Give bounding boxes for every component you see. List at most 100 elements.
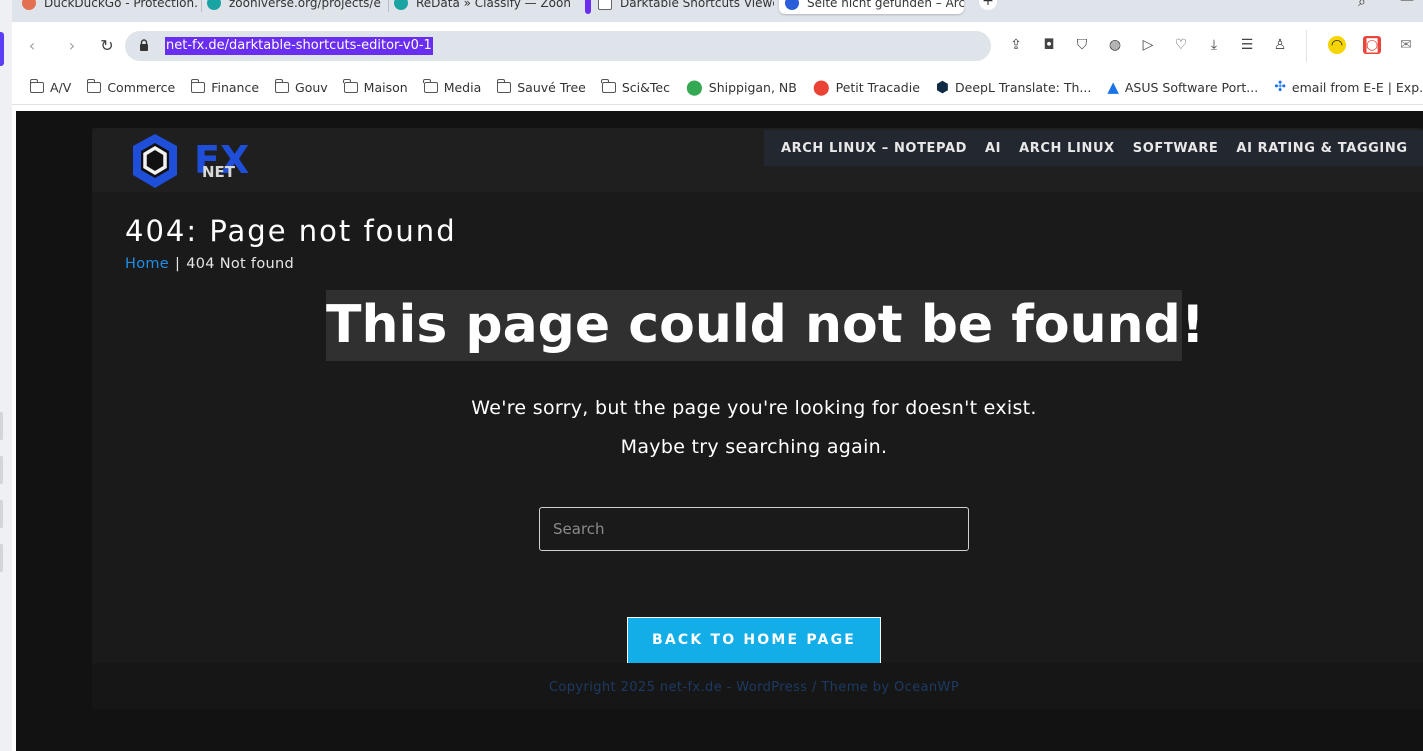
- bookmark-folder-media[interactable]: Media: [423, 78, 482, 95]
- nav-arch-linux[interactable]: ARCH LINUX: [1019, 141, 1115, 156]
- page-viewport: FX NET ARCH LINUX – NOTEPAD AI ARCH LINU…: [16, 111, 1423, 751]
- shield-icon[interactable]: ⛉: [1073, 36, 1091, 54]
- side-panel-rail: [0, 0, 12, 751]
- folder-icon: [423, 78, 438, 93]
- page-title: 404: Page not found: [125, 214, 457, 248]
- bookmark-label: Shippigan, NB: [708, 79, 797, 95]
- tab-redata-classify[interactable]: ReData » Classify — Zooni: [394, 0, 570, 14]
- bookmark-label: Commerce: [107, 79, 176, 95]
- error-message: We're sorry, but the page you're looking…: [471, 397, 1037, 419]
- download-icon[interactable]: ⤓: [1205, 36, 1223, 54]
- tab-duckduckgo[interactable]: DuckDuckGo - Protection.: [22, 0, 198, 14]
- forward-arrow-icon[interactable]: ›: [62, 36, 82, 56]
- minimize-icon[interactable]: —: [1400, 0, 1414, 8]
- zooniverse-icon: [207, 0, 221, 10]
- footer-prefix: Copyright 2025: [548, 680, 660, 695]
- experts-exchange-icon: ✣: [1274, 79, 1286, 95]
- folder-icon: [190, 78, 206, 93]
- nav-arch-linux-notepad[interactable]: ARCH LINUX – NOTEPAD: [781, 141, 967, 156]
- bookmark-label: Sauvé Tree: [517, 79, 586, 95]
- workspace-indicator[interactable]: [0, 32, 4, 66]
- tab-search-icon[interactable]: ⌕: [1358, 0, 1366, 10]
- tab-zooniverse-project[interactable]: zooniverse.org/projects/e: [207, 0, 385, 14]
- browser-toolbar: ‹ › ↻ net-fx.de/darktable-shortcuts-edit…: [12, 22, 1423, 70]
- search-input[interactable]: [539, 507, 969, 551]
- bookmark-label: ASUS Software Port...: [1124, 79, 1259, 95]
- rail-tab[interactable]: [0, 412, 3, 440]
- back-arrow-icon[interactable]: ‹: [22, 36, 42, 56]
- nav-software[interactable]: SOFTWARE: [1133, 141, 1219, 156]
- bookmark-experts-exchange[interactable]: ✣ email from E-E | Exp...: [1274, 79, 1423, 95]
- tab-active-netfx[interactable]: Seite nicht gefunden – Arc: [779, 0, 964, 14]
- tab-separator: [388, 0, 389, 12]
- footer-brand-link[interactable]: net-fx.de: [660, 680, 722, 695]
- tab-title: zooniverse.org/projects/e: [229, 0, 381, 10]
- address-bar[interactable]: net-fx.de/darktable-shortcuts-editor-v0-…: [125, 31, 991, 61]
- breadcrumb-home-link[interactable]: Home: [125, 256, 169, 272]
- main-navigation: ARCH LINUX – NOTEPAD AI ARCH LINUX SOFTW…: [764, 130, 1423, 166]
- tab-darktable-viewer[interactable]: Darktable Shortcuts Viewe: [598, 0, 774, 14]
- bookmark-deepl[interactable]: ⬢ DeepL Translate: Th...: [936, 78, 1091, 96]
- rail-tab[interactable]: [0, 500, 3, 528]
- bookmark-label: email from E-E | Exp...: [1291, 79, 1423, 95]
- tab-title: Darktable Shortcuts Viewe: [620, 0, 774, 10]
- extension-screenshot-icon[interactable]: ◙: [1363, 36, 1381, 54]
- bookmark-label: A/V: [50, 79, 72, 95]
- breadcrumb-current: 404 Not found: [186, 256, 294, 272]
- footer-theme-link[interactable]: Theme by OceanWP: [821, 680, 959, 695]
- bookmarks-bar: A/V Commerce Finance Gouv Maison Media S…: [12, 70, 1423, 104]
- bookmark-folder-finance[interactable]: Finance: [190, 78, 260, 95]
- bookmark-folder-maison[interactable]: Maison: [343, 78, 408, 95]
- folder-icon: [274, 78, 290, 93]
- bookmark-petit-tracadie[interactable]: ⬤ Petit Tracadie: [813, 78, 920, 96]
- easy-setup-icon[interactable]: ☰: [1238, 36, 1256, 54]
- nav-ai-rating-tagging[interactable]: AI RATING & TAGGING: [1236, 141, 1407, 156]
- reload-icon[interactable]: ↻: [97, 36, 117, 56]
- bookmark-folder-commerce[interactable]: Commerce: [86, 78, 176, 95]
- toolbar-divider: [1306, 30, 1307, 62]
- profile-icon[interactable]: ♙: [1271, 36, 1289, 54]
- asus-icon: ▲: [1107, 78, 1119, 96]
- site-header: FX NET ARCH LINUX – NOTEPAD AI ARCH LINU…: [92, 128, 1423, 192]
- url-text[interactable]: net-fx.de/darktable-shortcuts-editor-v0-…: [165, 37, 433, 55]
- bookmark-folder-sauve-tree[interactable]: Sauvé Tree: [496, 78, 586, 95]
- rail-tab[interactable]: [0, 456, 3, 484]
- heart-icon[interactable]: ♡: [1172, 36, 1190, 54]
- folder-icon: [29, 78, 44, 93]
- player-icon[interactable]: ▷: [1139, 36, 1157, 54]
- bookmark-asus[interactable]: ▲ ASUS Software Port...: [1107, 78, 1258, 96]
- bookmark-shippigan[interactable]: ⬤ Shippigan, NB: [686, 78, 797, 96]
- site-logo[interactable]: FX NET: [130, 131, 260, 191]
- map-pin-icon: ⬤: [812, 78, 830, 96]
- error-hint: Maybe try searching again.: [620, 436, 888, 458]
- zooniverse-icon: [394, 0, 408, 10]
- duckduckgo-icon: [22, 0, 36, 10]
- back-to-home-button[interactable]: BACK TO HOME PAGE: [627, 617, 881, 664]
- tab-strip: DuckDuckGo - Protection. zooniverse.org/…: [0, 0, 1423, 22]
- tab-title: ReData » Classify — Zooni: [416, 0, 570, 10]
- extension-mail-icon[interactable]: ✉: [1397, 36, 1415, 54]
- tab-group-marker: [585, 0, 591, 14]
- image-icon: [598, 0, 612, 10]
- new-tab-button[interactable]: +: [979, 0, 997, 10]
- bookmark-folder-gouv[interactable]: Gouv: [274, 78, 328, 95]
- bookmarks-divider: [12, 104, 1423, 105]
- vpn-globe-icon[interactable]: ◍: [1106, 36, 1124, 54]
- footer-copyright: Copyright 2025 net-fx.de - WordPress / T…: [92, 680, 1416, 695]
- rail-tab[interactable]: [0, 544, 3, 572]
- bookmark-folder-scitec[interactable]: Sci&Tec: [601, 78, 670, 95]
- tab-title: Seite nicht gefunden – Arc: [807, 0, 964, 10]
- bookmark-label: Finance: [211, 79, 260, 95]
- share-icon[interactable]: ⇪: [1007, 36, 1025, 54]
- lock-icon[interactable]: [139, 39, 149, 51]
- folder-icon: [601, 78, 616, 93]
- bookmark-label: Sci&Tec: [621, 79, 670, 95]
- nav-ai[interactable]: AI: [985, 141, 1001, 156]
- logo-sub: NET: [202, 163, 236, 181]
- bookmark-label: Media: [443, 79, 482, 95]
- camera-icon[interactable]: ◘: [1040, 36, 1058, 54]
- extension-headphones-icon[interactable]: ◠: [1328, 36, 1346, 54]
- site-container: FX NET ARCH LINUX – NOTEPAD AI ARCH LINU…: [92, 128, 1423, 709]
- map-pin-icon: ⬤: [685, 78, 703, 96]
- bookmark-folder-av[interactable]: A/V: [29, 78, 72, 95]
